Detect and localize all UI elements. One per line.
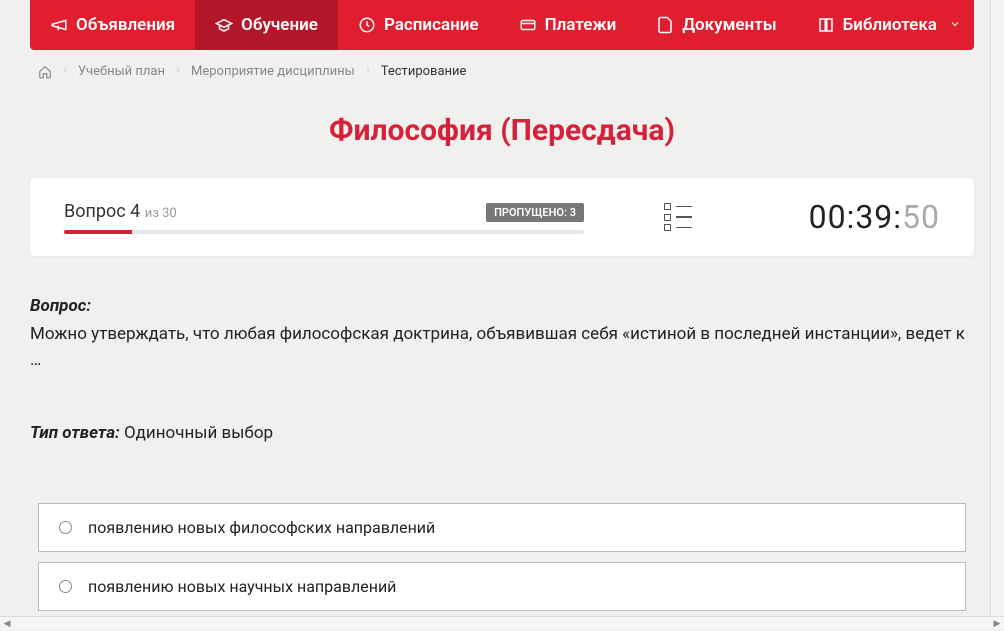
- nav-label: Библиотека: [843, 15, 937, 35]
- question-content: Вопрос: Можно утверждать, что любая фило…: [30, 256, 974, 616]
- answer-text: появлению новых философских направлений: [88, 518, 435, 537]
- answer-type: Тип ответа: Одиночный выбор: [30, 423, 974, 443]
- timer-main: 00:39:: [809, 198, 902, 236]
- vertical-scrollbar[interactable]: [990, 0, 1004, 616]
- scroll-right-arrow[interactable]: ▶: [990, 617, 1004, 631]
- answer-type-label: Тип ответа:: [30, 423, 120, 443]
- horizontal-scrollbar[interactable]: ◀ ▶: [0, 616, 1004, 630]
- book-icon: [817, 16, 835, 34]
- skipped-badge: ПРОПУЩЕНО: 3: [486, 203, 584, 222]
- answer-option[interactable]: появлению новых научных направлений: [38, 562, 966, 611]
- timer: 00:39:50: [809, 198, 940, 236]
- card-icon: [519, 16, 537, 34]
- answers-list: появлению новых философских направлений …: [30, 503, 974, 616]
- nav-label: Расписание: [384, 15, 479, 35]
- radio-icon[interactable]: [59, 580, 72, 593]
- progress-fill: [64, 230, 132, 234]
- breadcrumb-link-plan[interactable]: Учебный план: [78, 64, 165, 79]
- clock-icon: [358, 16, 376, 34]
- scroll-track[interactable]: [14, 617, 990, 630]
- answer-type-value: Одиночный выбор: [124, 423, 273, 443]
- document-icon: [656, 16, 674, 34]
- question-word: Вопрос: [64, 201, 126, 222]
- chevron-down-icon: [949, 15, 961, 35]
- question-number: 4: [130, 201, 140, 222]
- question-label: Вопрос:: [30, 296, 974, 316]
- nav-schedule[interactable]: Расписание: [338, 0, 499, 50]
- timer-seconds: 50: [902, 198, 940, 236]
- radio-icon[interactable]: [59, 521, 72, 534]
- nav-label: Платежи: [545, 15, 617, 35]
- nav-label: Объявления: [76, 15, 175, 35]
- graduation-cap-icon: [215, 16, 233, 34]
- chevron-right-icon: [173, 64, 183, 79]
- nav-education[interactable]: Обучение: [195, 0, 338, 50]
- question-text: Можно утверждать, что любая философская …: [30, 322, 974, 373]
- breadcrumb-link-event[interactable]: Мероприятие дисциплины: [191, 64, 355, 79]
- breadcrumb-current: Тестирование: [381, 64, 467, 79]
- nav-announcements[interactable]: Объявления: [30, 0, 195, 50]
- scroll-left-arrow[interactable]: ◀: [0, 617, 14, 631]
- nav-library[interactable]: Библиотека: [797, 0, 981, 50]
- nav-label: Обучение: [241, 15, 318, 35]
- page-title: Философия (Пересдача): [30, 113, 974, 148]
- chevron-right-icon: [60, 64, 70, 79]
- progress-bar: [64, 230, 584, 234]
- question-info-panel: ПРОПУЩЕНО: 3 Вопрос 4 из 30 00:39:: [30, 178, 974, 256]
- breadcrumb: Учебный план Мероприятие дисциплины Тест…: [30, 50, 974, 93]
- question-list-icon[interactable]: [664, 203, 696, 231]
- megaphone-icon: [50, 16, 68, 34]
- home-icon[interactable]: [38, 65, 52, 79]
- nav-documents[interactable]: Документы: [636, 0, 796, 50]
- question-progress: ПРОПУЩЕНО: 3 Вопрос 4 из 30: [64, 201, 584, 234]
- nav-payments[interactable]: Платежи: [499, 0, 637, 50]
- chevron-right-icon: [363, 64, 373, 79]
- answer-text: появлению новых научных направлений: [88, 577, 396, 596]
- answer-option[interactable]: появлению новых философских направлений: [38, 503, 966, 552]
- nav-label: Документы: [682, 15, 776, 35]
- main-nav: Объявления Обучение Расписание Платежи: [30, 0, 974, 50]
